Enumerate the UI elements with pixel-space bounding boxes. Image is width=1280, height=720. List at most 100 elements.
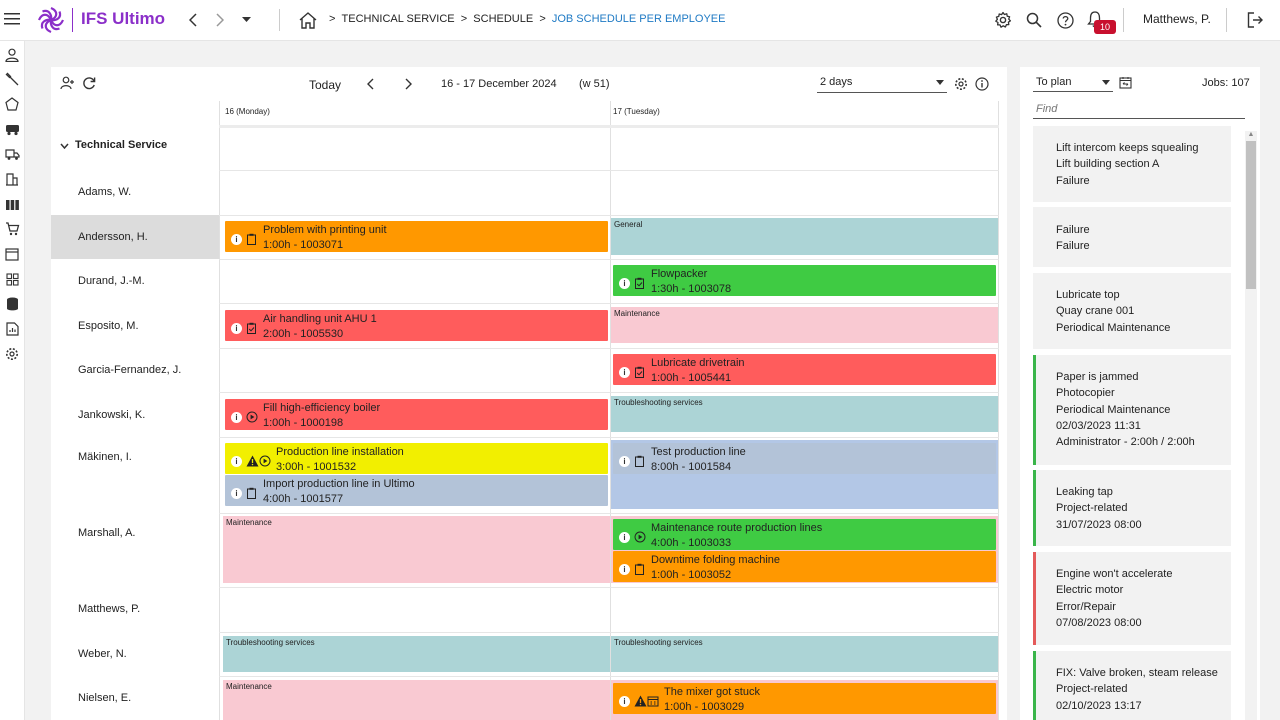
group-label-technical-service[interactable]: Technical Service xyxy=(75,139,167,151)
resource-row-marshall[interactable]: Marshall, A. xyxy=(51,497,219,569)
backlog-filter-select[interactable]: To plan xyxy=(1033,74,1113,92)
logout-icon[interactable] xyxy=(1245,10,1265,30)
backlog-filter-value: To plan xyxy=(1036,76,1072,88)
settings-gear-icon[interactable] xyxy=(993,10,1013,30)
info-icon[interactable]: i xyxy=(231,412,242,423)
info-icon[interactable]: i xyxy=(619,278,630,289)
info-icon[interactable]: i xyxy=(231,234,242,245)
info-icon[interactable]: i xyxy=(619,564,630,575)
info-icon[interactable]: i xyxy=(619,532,630,543)
backlog-card[interactable]: Failure Failure xyxy=(1033,207,1231,267)
job-card[interactable]: i Problem with printing unit 1:00h - 100… xyxy=(225,221,608,252)
search-icon[interactable] xyxy=(1024,10,1044,30)
band-maintenance[interactable]: Maintenance xyxy=(611,307,998,343)
purchasing-cart-icon[interactable] xyxy=(4,221,20,237)
today-button[interactable]: Today xyxy=(309,78,341,92)
info-icon[interactable]: i xyxy=(619,696,630,707)
job-card[interactable]: i Lubricate drivetrain 1:00h - 1005441 xyxy=(613,354,996,385)
vehicle-icon[interactable] xyxy=(4,121,20,137)
group-collapse-icon[interactable] xyxy=(59,142,69,150)
resource-row-durand[interactable]: Durand, J.-M. xyxy=(51,259,219,303)
resource-row-andersson[interactable]: Andersson, H. xyxy=(51,215,219,259)
find-input[interactable] xyxy=(1033,100,1243,117)
info-icon[interactable]: i xyxy=(231,488,242,499)
forward-arrow-icon[interactable] xyxy=(213,12,227,28)
hamburger-menu-icon[interactable] xyxy=(4,11,20,27)
wrench-icon[interactable] xyxy=(4,71,20,87)
band-maintenance[interactable]: Maintenance xyxy=(223,680,610,720)
band-general[interactable]: General xyxy=(611,218,998,255)
window-icon[interactable] xyxy=(4,246,20,262)
warehouse-icon[interactable] xyxy=(4,196,20,212)
job-detail: 4:00h - 1003033 xyxy=(651,537,732,549)
database-icon[interactable] xyxy=(4,296,20,312)
dashboard-grid-icon[interactable] xyxy=(4,271,20,287)
truck-icon[interactable] xyxy=(4,146,20,162)
info-icon[interactable]: i xyxy=(231,323,242,334)
refresh-icon[interactable] xyxy=(81,75,97,91)
info-icon[interactable]: i xyxy=(619,367,630,378)
report-icon[interactable] xyxy=(4,321,20,337)
job-detail: 1:00h - 1005441 xyxy=(651,372,732,384)
backlog-card[interactable]: Paper is jammed Photocopier Periodical M… xyxy=(1033,355,1231,465)
job-detail: 1:30h - 1003078 xyxy=(651,283,732,295)
user-icon[interactable] xyxy=(4,47,20,63)
chevron-down-icon xyxy=(935,79,944,85)
backlog-find-input[interactable] xyxy=(1033,99,1245,119)
job-detail: 8:00h - 1001584 xyxy=(651,461,732,473)
backlog-card[interactable]: Lubricate top Quay crane 001 Periodical … xyxy=(1033,273,1231,349)
backlog-card[interactable]: Engine won't accelerate Electric motor E… xyxy=(1033,552,1231,645)
calendar-range-icon[interactable] xyxy=(1118,75,1132,89)
previous-period-icon[interactable] xyxy=(363,76,377,92)
job-card[interactable]: i Import production line in Ultimo 4:00h… xyxy=(225,475,608,506)
job-title: Downtime folding machine xyxy=(651,554,781,566)
resource-row-weber[interactable]: Weber, N. xyxy=(51,632,219,676)
job-card[interactable]: i The mixer got stuck 1:00h - 1003029 xyxy=(613,683,996,714)
job-detail: 1:00h - 1003029 xyxy=(664,701,745,713)
job-card[interactable]: i Production line installation 3:00h - 1… xyxy=(225,443,608,474)
job-detail: 2:00h - 1005530 xyxy=(263,328,344,340)
backlog-card[interactable]: Leaking tap Project-related 31/07/2023 0… xyxy=(1033,470,1231,546)
resource-row-makinen[interactable]: Mäkinen, I. xyxy=(51,437,219,477)
breadcrumb-item-technical-service[interactable]: TECHNICAL SERVICE xyxy=(342,13,455,25)
job-card[interactable]: i Downtime folding machine 1:00h - 10030… xyxy=(613,551,996,582)
history-dropdown-icon[interactable] xyxy=(240,14,252,26)
next-period-icon[interactable] xyxy=(401,76,415,92)
band-troubleshooting[interactable]: Troubleshooting services xyxy=(611,396,998,432)
user-name[interactable]: Matthews, P. xyxy=(1143,12,1211,26)
resource-row-jankowski[interactable]: Jankowski, K. xyxy=(51,392,219,437)
resource-row-matthews[interactable]: Matthews, P. xyxy=(51,587,219,631)
job-card[interactable]: i Air handling unit AHU 1 2:00h - 100553… xyxy=(225,310,608,341)
job-card[interactable]: i Maintenance route production lines 4:0… xyxy=(613,519,996,550)
configuration-gear-icon[interactable] xyxy=(4,346,20,362)
building-icon[interactable] xyxy=(4,171,20,187)
home-icon[interactable] xyxy=(298,10,318,30)
backlog-scrollbar[interactable]: ▲ xyxy=(1245,131,1257,720)
assign-employee-icon[interactable] xyxy=(59,75,75,91)
scroll-up-arrow-icon[interactable]: ▲ xyxy=(1247,131,1255,139)
help-icon[interactable] xyxy=(1055,10,1075,30)
job-card[interactable]: i Test production line 8:00h - 1001584 xyxy=(613,443,996,474)
band-maintenance[interactable]: Maintenance xyxy=(223,516,610,583)
band-troubleshooting[interactable]: Troubleshooting services xyxy=(223,636,610,672)
job-card[interactable]: i Flowpacker 1:30h - 1003078 xyxy=(613,265,996,296)
job-card[interactable]: i Fill high-efficiency boiler 1:00h - 10… xyxy=(225,399,608,430)
band-troubleshooting[interactable]: Troubleshooting services xyxy=(611,636,998,672)
info-icon[interactable] xyxy=(974,76,989,91)
view-range-select[interactable]: 2 days xyxy=(817,74,947,93)
job-detail: 3:00h - 1001532 xyxy=(276,461,357,473)
info-icon[interactable]: i xyxy=(231,456,242,467)
resource-row-adams[interactable]: Adams, W. xyxy=(51,170,219,214)
backlog-card[interactable]: Lift intercom keeps squealing Lift build… xyxy=(1033,126,1231,202)
breadcrumb-item-schedule[interactable]: SCHEDULE xyxy=(473,13,533,25)
scheduler-settings-icon[interactable] xyxy=(953,76,968,91)
job-detail: 1:00h - 1003052 xyxy=(651,569,732,581)
back-arrow-icon[interactable] xyxy=(186,12,200,28)
scrollbar-thumb[interactable] xyxy=(1246,141,1256,289)
assets-icon[interactable] xyxy=(4,96,20,112)
backlog-card[interactable]: FIX: Valve broken, steam release Project… xyxy=(1033,651,1231,720)
resource-row-esposito[interactable]: Esposito, M. xyxy=(51,303,219,348)
resource-row-garcia-fernandez[interactable]: Garcia-Fernandez, J. xyxy=(51,348,219,392)
resource-row-nielsen[interactable]: Nielsen, E. xyxy=(51,676,219,720)
info-icon[interactable]: i xyxy=(619,456,630,467)
